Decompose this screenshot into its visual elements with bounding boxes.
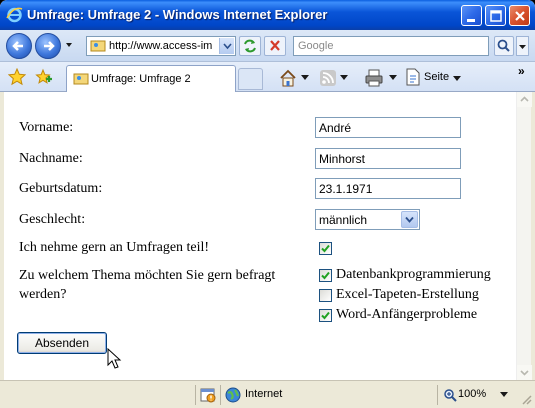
refresh-button[interactable] (239, 36, 261, 56)
more-commands-button[interactable]: » (518, 64, 525, 78)
close-button[interactable] (509, 5, 530, 26)
feeds-dropdown-icon[interactable] (340, 75, 348, 81)
topic-checkbox-excel[interactable] (319, 289, 332, 302)
maximize-icon (490, 10, 502, 22)
address-dropdown-button[interactable] (219, 38, 234, 54)
chevron-down-icon (519, 45, 526, 49)
internet-zone-icon (225, 387, 241, 403)
checkmark-icon (321, 311, 330, 320)
minimize-button[interactable] (461, 5, 482, 26)
search-placeholder[interactable]: Google (298, 40, 333, 52)
page-menu-icon (406, 68, 420, 86)
gender-select[interactable]: männlich (315, 209, 420, 230)
checkmark-icon (321, 244, 330, 253)
chevron-down-icon (405, 216, 414, 223)
tab-label: Umfrage: Umfrage 2 (91, 73, 191, 85)
first-name-label: Vorname: (19, 120, 74, 135)
feeds-icon[interactable] (320, 68, 336, 88)
chevron-down-icon (520, 370, 529, 376)
page-content: Vorname: André Nachname: Minhorst Geburt… (4, 92, 532, 380)
survey-optin-checkbox[interactable] (319, 242, 332, 255)
topic-checkbox-datenbank[interactable] (319, 269, 332, 282)
birthdate-label: Geburtsdatum: (19, 181, 103, 196)
search-options-dropdown[interactable] (516, 36, 529, 56)
print-icon[interactable] (364, 68, 384, 88)
window-title: Umfrage: Umfrage 2 - Windows Internet Ex… (27, 7, 328, 22)
close-icon (515, 11, 525, 21)
topic-checkbox-word[interactable] (319, 309, 332, 322)
gender-label: Geschlecht: (19, 212, 86, 227)
search-button[interactable] (494, 36, 514, 56)
address-toolbar: http://www.access-im Google (0, 30, 535, 62)
status-bar: Internet 100% (0, 380, 535, 408)
topic-option-label: Word-Anfängerprobleme (336, 307, 478, 322)
topic-label-line1: Zu welchem Thema möchten Sie gern befrag… (19, 268, 276, 283)
recent-pages-dropdown[interactable] (64, 40, 74, 50)
checkmark-icon (321, 271, 330, 280)
address-bar[interactable]: http://www.access-im (86, 36, 236, 56)
chevron-up-icon (520, 96, 529, 102)
popup-blocked-icon[interactable] (200, 387, 216, 403)
survey-optin-label: Ich nehme gern an Umfragen teil! (19, 240, 210, 255)
security-zone-label: Internet (245, 388, 283, 400)
page-menu-label: Seite (424, 71, 450, 83)
refresh-icon (244, 39, 256, 53)
search-box[interactable]: Google (293, 36, 489, 56)
back-button[interactable] (6, 33, 32, 59)
chevron-down-icon (223, 43, 232, 50)
zoom-dropdown-icon[interactable] (500, 392, 508, 398)
chevron-down-icon (453, 76, 461, 81)
ie-logo-icon (6, 7, 23, 23)
scroll-up-button[interactable] (517, 92, 532, 107)
forward-button[interactable] (35, 33, 61, 59)
resize-grip-icon[interactable] (520, 393, 532, 405)
status-divider (437, 385, 438, 405)
tab-toolbar: Umfrage: Umfrage 2 Seite » (0, 62, 535, 92)
survey-form: Vorname: André Nachname: Minhorst Geburt… (4, 92, 516, 380)
vertical-scrollbar[interactable] (516, 92, 532, 380)
address-url[interactable]: http://www.access-im (109, 40, 219, 52)
browser-window: Umfrage: Umfrage 2 - Windows Internet Ex… (0, 0, 535, 408)
minimize-icon (467, 19, 475, 22)
new-tab-button[interactable] (238, 68, 263, 90)
mouse-cursor-icon (107, 348, 122, 369)
first-name-field[interactable]: André (315, 117, 461, 138)
forward-arrow-icon (44, 41, 55, 51)
topic-option-label: Excel-Tapeten-Erstellung (336, 287, 479, 302)
home-icon[interactable] (279, 68, 297, 88)
stop-button[interactable] (264, 36, 286, 56)
print-dropdown-icon[interactable] (389, 75, 397, 81)
page-menu-button[interactable]: Seite (403, 68, 463, 88)
status-divider (195, 385, 196, 405)
tab-umfrage[interactable]: Umfrage: Umfrage 2 (66, 65, 236, 92)
birthdate-field[interactable]: 23.1.1971 (315, 178, 461, 199)
zoom-icon[interactable] (443, 388, 457, 402)
search-icon (497, 39, 510, 52)
last-name-label: Nachname: (19, 151, 83, 166)
page-icon (90, 40, 106, 52)
stop-icon (270, 40, 280, 51)
favorites-center-icon[interactable] (8, 68, 26, 86)
home-dropdown-icon[interactable] (301, 75, 309, 81)
submit-button[interactable]: Absenden (17, 332, 107, 354)
back-arrow-icon (12, 41, 23, 51)
zoom-level[interactable]: 100% (458, 388, 486, 400)
topic-option-label: Datenbankprogrammierung (336, 267, 491, 282)
maximize-button[interactable] (485, 5, 506, 26)
title-bar: Umfrage: Umfrage 2 - Windows Internet Ex… (0, 0, 535, 30)
gender-dropdown-button[interactable] (401, 211, 418, 228)
status-divider (220, 385, 221, 405)
page-icon (73, 73, 89, 85)
add-to-favorites-icon[interactable] (34, 68, 52, 86)
scroll-down-button[interactable] (517, 365, 532, 380)
gender-select-value: männlich (319, 213, 368, 227)
topic-label-line2: werden? (19, 287, 67, 302)
last-name-field[interactable]: Minhorst (315, 148, 461, 169)
